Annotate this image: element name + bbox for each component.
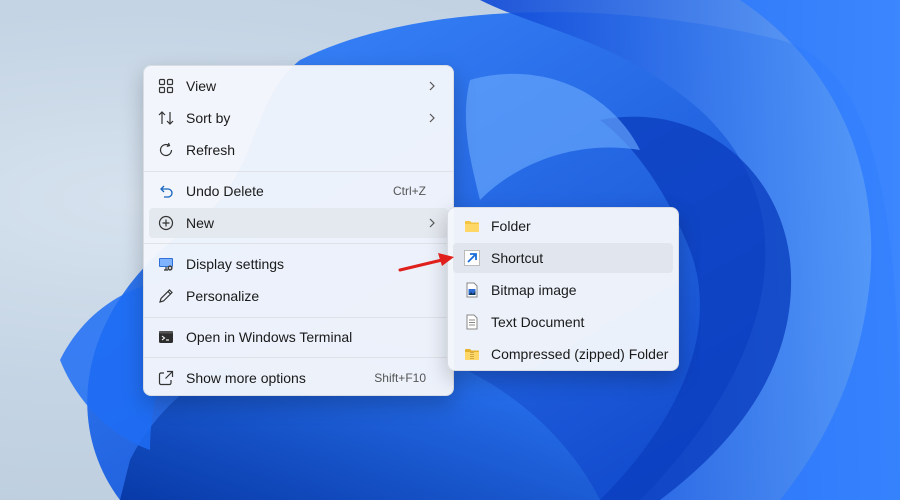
submenu-item-label: Compressed (zipped) Folder bbox=[491, 346, 669, 362]
menu-item-label: Undo Delete bbox=[186, 183, 264, 199]
chevron-right-icon bbox=[428, 216, 436, 230]
menu-item-view[interactable]: View bbox=[149, 71, 448, 101]
annotation-arrow-icon bbox=[398, 253, 454, 272]
pen-icon bbox=[158, 288, 174, 304]
shortcut-icon bbox=[464, 250, 480, 266]
text-document-icon bbox=[464, 314, 480, 330]
desktop-context-menu: View Sort by Refresh Undo Delete Ctrl+Z … bbox=[143, 65, 454, 396]
bitmap-icon bbox=[464, 282, 480, 298]
shortcut-text: Shift+F10 bbox=[374, 371, 426, 385]
folder-icon bbox=[464, 218, 480, 234]
menu-item-label: Personalize bbox=[186, 288, 260, 304]
submenu-item-label: Folder bbox=[491, 218, 531, 234]
shortcut-text: Ctrl+Z bbox=[393, 184, 426, 198]
refresh-icon bbox=[158, 142, 174, 158]
menu-item-sort-by[interactable]: Sort by bbox=[149, 103, 448, 133]
submenu-item-label: Shortcut bbox=[491, 250, 544, 266]
menu-item-label: Display settings bbox=[186, 256, 285, 272]
display-icon bbox=[158, 256, 174, 272]
plus-circle-icon bbox=[158, 215, 174, 231]
undo-icon bbox=[158, 183, 174, 199]
menu-item-label: View bbox=[186, 78, 217, 94]
menu-item-label: Sort by bbox=[186, 110, 231, 126]
menu-item-show-more-options[interactable]: Show more options Shift+F10 bbox=[149, 363, 448, 393]
submenu-item-shortcut[interactable]: Shortcut bbox=[453, 243, 673, 273]
chevron-right-icon bbox=[428, 79, 436, 93]
menu-item-label: Open in Windows Terminal bbox=[186, 329, 353, 345]
menu-item-label: Refresh bbox=[186, 142, 236, 158]
share-icon bbox=[158, 370, 174, 386]
submenu-item-label: Bitmap image bbox=[491, 282, 577, 298]
menu-item-refresh[interactable]: Refresh bbox=[149, 135, 448, 165]
submenu-item-bitmap-image[interactable]: Bitmap image bbox=[453, 275, 673, 305]
submenu-item-folder[interactable]: Folder bbox=[453, 211, 673, 241]
sort-icon bbox=[158, 110, 174, 126]
terminal-icon bbox=[158, 329, 174, 345]
menu-separator bbox=[144, 317, 453, 318]
menu-item-undo-delete[interactable]: Undo Delete Ctrl+Z bbox=[149, 176, 448, 206]
chevron-right-icon bbox=[428, 111, 436, 125]
submenu-item-compressed-folder[interactable]: Compressed (zipped) Folder bbox=[453, 339, 673, 369]
menu-item-new[interactable]: New bbox=[149, 208, 448, 238]
submenu-item-text-document[interactable]: Text Document bbox=[453, 307, 673, 337]
menu-separator bbox=[144, 357, 453, 358]
submenu-item-label: Text Document bbox=[491, 314, 585, 330]
grid-icon bbox=[158, 78, 174, 94]
menu-item-open-terminal[interactable]: Open in Windows Terminal bbox=[149, 322, 448, 352]
menu-separator bbox=[144, 243, 453, 244]
new-submenu: Folder Shortcut Bitmap image Text Docume… bbox=[447, 207, 679, 371]
menu-separator bbox=[144, 171, 453, 172]
menu-item-label: New bbox=[186, 215, 215, 231]
zip-folder-icon bbox=[464, 346, 480, 362]
menu-item-personalize[interactable]: Personalize bbox=[149, 281, 448, 311]
menu-item-label: Show more options bbox=[186, 370, 306, 386]
